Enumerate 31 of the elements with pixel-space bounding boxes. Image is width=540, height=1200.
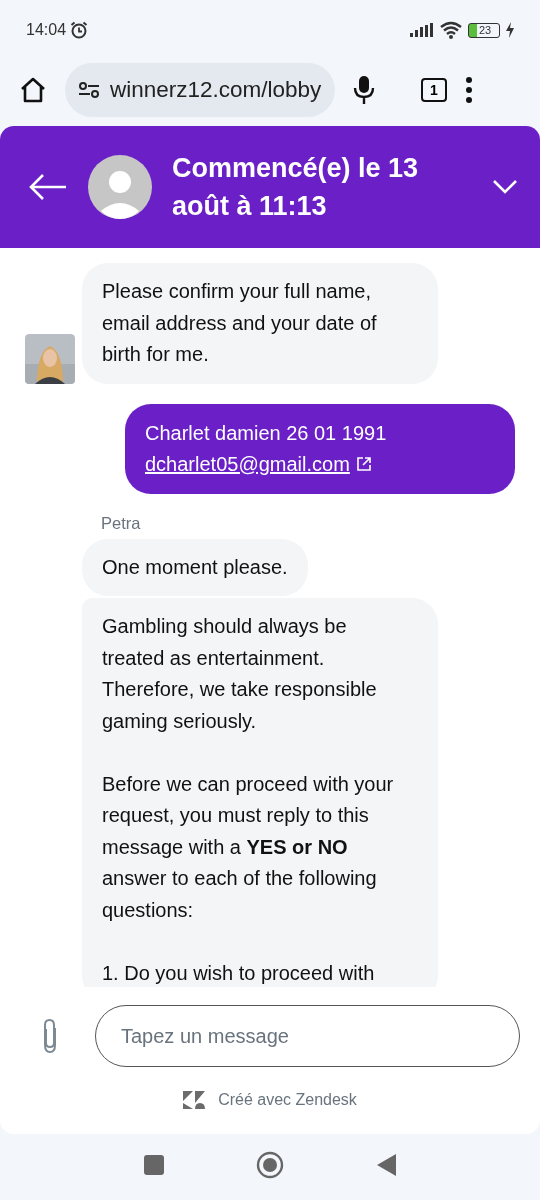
more-options-icon[interactable] xyxy=(465,76,473,104)
alarm-icon xyxy=(70,21,89,39)
sender-name: Petra xyxy=(101,513,141,533)
powered-by-text: Créé avec Zendesk xyxy=(218,1091,357,1109)
message-text: One moment please. xyxy=(102,554,288,580)
message-text: Before we can proceed with your request, you must reply to this message with a YES or NO answer to each of the following questions: xyxy=(102,771,395,923)
avatar-placeholder-icon xyxy=(88,155,152,219)
message-text: 1. Do you wish to proceed with xyxy=(102,960,376,986)
back-arrow-icon[interactable] xyxy=(28,172,68,202)
message-text: Charlet damien 26 01 1991 xyxy=(145,420,388,446)
message-text: Gambling should always be treated as entertainment. Therefore, we take responsible gaming seriously. xyxy=(102,614,378,734)
site-settings-icon[interactable] xyxy=(78,81,100,99)
chevron-down-icon[interactable] xyxy=(492,179,518,195)
wifi-icon xyxy=(440,21,462,39)
home-icon[interactable] xyxy=(19,76,47,104)
clock-time: 14:04 xyxy=(26,21,67,39)
microphone-icon[interactable] xyxy=(353,75,375,105)
conversation-title: Commencé(e) le 13 août à 11:13 xyxy=(172,152,420,223)
email-link[interactable]: dcharlet05@gmail.com xyxy=(145,448,350,480)
charging-icon xyxy=(506,22,514,38)
home-button[interactable] xyxy=(256,1151,284,1179)
address-bar[interactable]: winnerz12.com/lobby xyxy=(65,63,335,117)
zendesk-logo-icon xyxy=(183,1091,206,1109)
signal-icon xyxy=(410,23,434,37)
url-text: winnerz12.com/lobby xyxy=(110,77,322,103)
message-input[interactable]: Tapez un message xyxy=(95,1005,520,1067)
message-text: Please confirm your full name, email address and your date of birth for me. xyxy=(102,279,378,367)
external-link-icon[interactable] xyxy=(355,456,372,472)
battery-indicator: 23 xyxy=(468,22,500,38)
tab-count-button[interactable]: 1 xyxy=(421,78,447,102)
back-button[interactable] xyxy=(376,1154,396,1176)
